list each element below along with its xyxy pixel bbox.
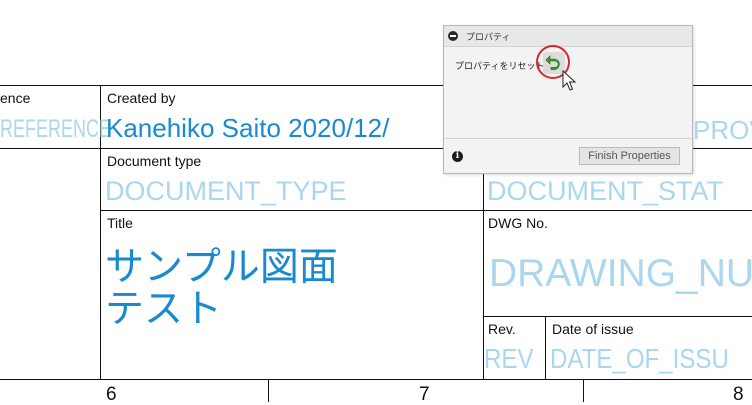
border-bottom [0, 379, 752, 380]
rev-value: REV [484, 343, 534, 374]
dwg-no-caption: DWG No. [488, 215, 548, 231]
date-caption: Date of issue [552, 321, 634, 337]
title-value-line2: テスト [105, 288, 223, 331]
panel-title: プロパティ [466, 32, 511, 42]
document-status-value: DOCUMENT_STAT [487, 176, 723, 206]
ruler-tick [268, 379, 269, 402]
created-by-value: Kanehiko Saito 2020/12/ [106, 113, 390, 143]
collapse-icon[interactable] [448, 31, 458, 41]
row-divider-3 [483, 316, 752, 317]
reset-properties-label: プロパティをリセット [455, 61, 545, 71]
document-type-value: DOCUMENT_TYPE [105, 176, 347, 206]
properties-panel: プロパティ プロパティをリセット i Finish Properties [443, 25, 693, 174]
ruler-tick [583, 379, 584, 402]
ruler-label-8: 8 [733, 384, 744, 405]
footer-divider [444, 138, 692, 139]
reference-caption: ence [0, 90, 31, 106]
title-value-line1: サンプル図面 [105, 246, 338, 289]
ruler-label-6: 6 [106, 384, 117, 405]
document-type-caption: Document type [107, 153, 202, 169]
panel-header[interactable]: プロパティ [444, 26, 692, 47]
mouse-cursor-icon [562, 70, 577, 91]
finish-properties-button[interactable]: Finish Properties [579, 147, 680, 165]
info-icon[interactable]: i [452, 151, 463, 162]
reference-value: REFERENCE [0, 115, 112, 143]
dwg-no-value: DRAWING_NU [489, 252, 752, 295]
approved-value: PROV [693, 115, 752, 145]
row-divider-2 [100, 210, 752, 211]
col-divider-3 [545, 316, 546, 379]
ruler-label-7: 7 [419, 384, 430, 405]
title-caption: Title [107, 215, 133, 231]
rev-caption: Rev. [488, 321, 516, 337]
date-value: DATE_OF_ISSU [550, 343, 729, 374]
created-by-caption: Created by [107, 90, 176, 106]
